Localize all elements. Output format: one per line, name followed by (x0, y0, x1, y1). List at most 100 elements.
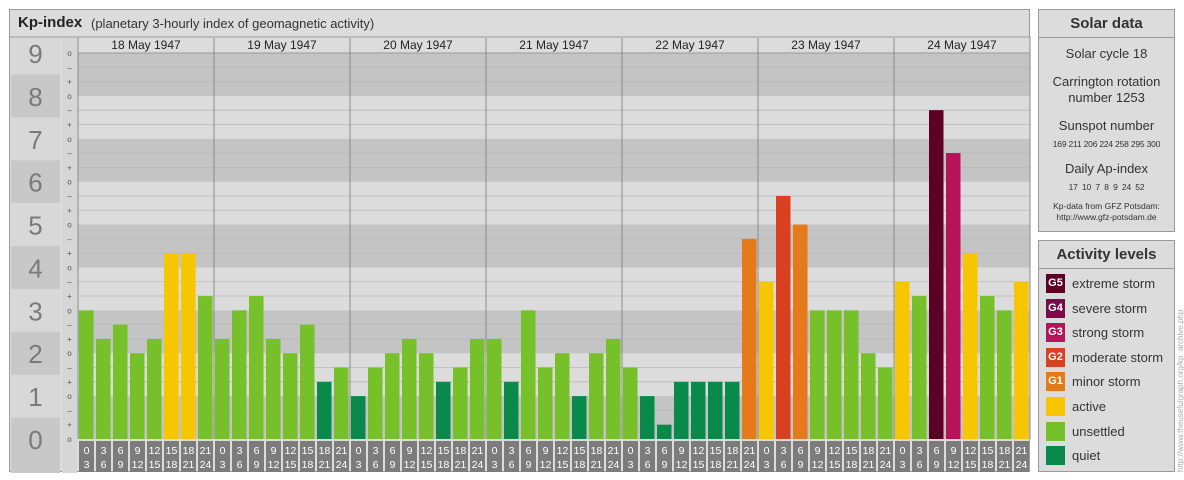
interval-start: 3 (509, 445, 515, 457)
watermark-text: http://www.theusefulgraph.org/kp_archive… (1176, 309, 1184, 472)
interval-end: 21 (863, 459, 875, 471)
interval-start: 6 (662, 445, 668, 457)
interval-end: 3 (220, 459, 226, 471)
kp-bar (640, 396, 655, 439)
interval-end: 24 (200, 459, 212, 471)
interval-end: 6 (237, 459, 243, 471)
interval-start: 9 (679, 445, 685, 457)
interval-start: 6 (254, 445, 260, 457)
legend-item-minor-storm: G1 minor storm (1046, 372, 1174, 392)
minor-tick: – (67, 149, 72, 158)
kp-bar (725, 381, 740, 439)
interval-start: 15 (166, 445, 178, 457)
y-tick-label: 6 (28, 168, 42, 198)
interval-start: 18 (455, 445, 467, 457)
kp-bar (674, 381, 689, 439)
interval-start: 3 (917, 445, 923, 457)
kp-bar (1014, 281, 1029, 439)
legend-item-extreme-storm: G5 extreme storm (1046, 274, 1174, 294)
kp-chart: 0123456789o+–o+–o+–o+–o+–o+–o+–o+–o+–o18… (10, 36, 1031, 473)
legend-swatch: G1 (1046, 372, 1065, 392)
kp-bar (946, 153, 961, 439)
legend-label: unsettled (1072, 423, 1125, 439)
kp-bar (402, 338, 417, 439)
interval-start: 18 (319, 445, 331, 457)
interval-end: 9 (390, 459, 396, 471)
day-label: 18 May 1947 (111, 38, 181, 52)
interval-end: 9 (254, 459, 260, 471)
minor-tick: – (67, 364, 72, 373)
interval-end: 9 (662, 459, 668, 471)
legend-item-quiet: quiet (1046, 446, 1174, 466)
minor-tick: o (67, 349, 72, 358)
day-label: 19 May 1947 (247, 38, 317, 52)
y-tick-label: 7 (28, 125, 42, 155)
interval-end: 21 (183, 459, 195, 471)
kp-bar (793, 224, 808, 439)
kp-bar (453, 367, 468, 439)
interval-end: 15 (149, 459, 161, 471)
sunspot-label: Sunspot number (1058, 118, 1155, 133)
interval-start: 0 (356, 445, 362, 457)
interval-start: 9 (271, 445, 277, 457)
day-label: 23 May 1947 (791, 38, 861, 52)
interval-start: 18 (183, 445, 195, 457)
interval-end: 12 (404, 459, 416, 471)
minor-tick: + (67, 206, 72, 215)
legend-label: strong storm (1072, 325, 1145, 341)
minor-tick: – (67, 235, 72, 244)
interval-end: 6 (101, 459, 107, 471)
interval-end: 18 (710, 459, 722, 471)
interval-start: 21 (1016, 445, 1028, 457)
kp-bar (623, 367, 638, 439)
y-tick-label: 9 (28, 39, 42, 69)
interval-start: 15 (574, 445, 586, 457)
minor-tick: + (67, 249, 72, 258)
interval-end: 9 (118, 459, 124, 471)
interval-start: 15 (302, 445, 314, 457)
activity-levels-panel: Activity levels G5 extreme storm G4 severe … (1038, 240, 1175, 472)
y-tick-label: 1 (28, 382, 42, 412)
kp-bar (317, 381, 332, 439)
legend-item-unsettled: unsettled (1046, 421, 1174, 442)
interval-end: 9 (934, 459, 940, 471)
interval-start: 12 (285, 445, 297, 457)
interval-start: 12 (693, 445, 705, 457)
interval-end: 3 (628, 459, 634, 471)
interval-start: 21 (472, 445, 484, 457)
interval-start: 6 (526, 445, 532, 457)
interval-end: 18 (302, 459, 314, 471)
interval-start: 12 (149, 445, 161, 457)
minor-tick: – (67, 192, 72, 201)
kp-bar (538, 367, 553, 439)
interval-start: 6 (798, 445, 804, 457)
watermark: http://www.theusefulgraph.org/kp_archive… (1176, 240, 1184, 472)
interval-end: 24 (1016, 459, 1028, 471)
interval-end: 12 (132, 459, 144, 471)
y-tick-label: 5 (28, 211, 42, 241)
kp-bar (215, 338, 230, 439)
kp-bar (147, 338, 162, 439)
interval-end: 21 (727, 459, 739, 471)
kp-bar (385, 353, 400, 439)
kp-bar (504, 381, 519, 439)
minor-tick: o (67, 263, 72, 272)
kp-bar (980, 296, 995, 439)
legend-swatch (1046, 397, 1065, 416)
band (78, 53, 1030, 96)
minor-tick: o (67, 178, 72, 187)
kp-bar (997, 310, 1012, 439)
minor-tick: o (67, 135, 72, 144)
kp-chart-panel: Kp-index (planetary 3-hourly index of ge… (9, 9, 1031, 473)
kp-bar (742, 238, 757, 439)
carrington-line1: Carrington rotation (1052, 74, 1161, 89)
interval-end: 18 (574, 459, 586, 471)
day-label: 22 May 1947 (655, 38, 725, 52)
legend-label: extreme storm (1072, 276, 1156, 291)
interval-start: 3 (645, 445, 651, 457)
minor-tick: o (67, 92, 72, 101)
kp-bar (776, 195, 791, 439)
interval-start: 0 (84, 445, 90, 457)
interval-end: 24 (744, 459, 756, 471)
interval-start: 9 (951, 445, 957, 457)
